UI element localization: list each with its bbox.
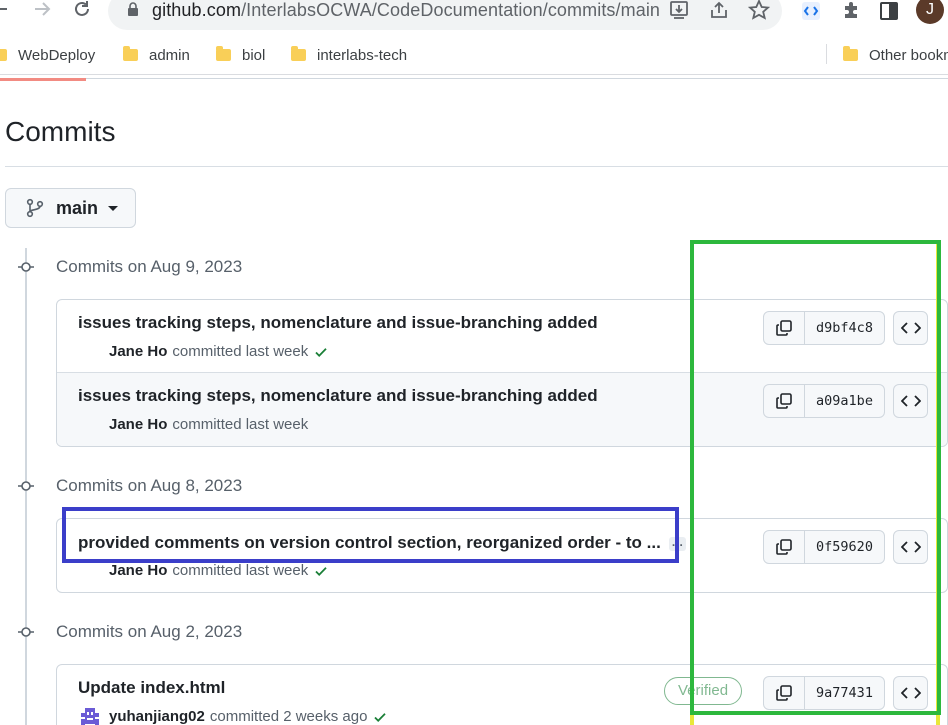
browser-toolbar: github.com/InterlabsOCWA/CodeDocumentati… — [0, 0, 948, 38]
folder-icon — [123, 46, 138, 61]
reload-icon[interactable] — [70, 0, 94, 22]
folder-icon — [0, 49, 7, 61]
bookmark-webdeploy[interactable]: WebDeploy — [0, 44, 95, 66]
git-branch-icon — [26, 198, 44, 218]
commit-time: committed last week — [172, 343, 309, 360]
bookmark-interlabs-tech[interactable]: interlabs-tech — [291, 44, 407, 66]
commit-time: committed last week — [172, 562, 309, 579]
commit-group-heading: Commits on Aug 2, 2023 — [56, 622, 243, 641]
annotation-highlight-yellow — [690, 715, 694, 725]
bookmark-other[interactable]: Other bookm — [843, 44, 948, 66]
chevron-down-icon — [108, 205, 119, 211]
commit-meta: Jane Ho committed last week — [109, 343, 328, 360]
chrome-divider — [0, 74, 948, 75]
commit-author-link[interactable]: Jane Ho — [109, 562, 167, 579]
folder-icon — [843, 46, 858, 61]
header-border — [86, 78, 948, 79]
commit-node-icon — [18, 262, 34, 272]
commit-meta: yuhanjiang02 committed 2 weeks ago — [109, 708, 387, 725]
branch-name: main — [56, 197, 99, 218]
forward-arrow-icon[interactable] — [30, 0, 54, 22]
bookmark-star-icon[interactable] — [748, 0, 770, 21]
folder-icon — [216, 46, 231, 61]
commit-author-link[interactable]: yuhanjiang02 — [109, 708, 205, 725]
puzzle-icon[interactable] — [840, 0, 862, 22]
address-bar[interactable]: github.com/InterlabsOCWA/CodeDocumentati… — [108, 0, 782, 30]
commit-time: committed 2 weeks ago — [209, 708, 368, 725]
profile-avatar[interactable]: J — [916, 0, 944, 24]
back-arrow-icon[interactable] — [0, 0, 12, 22]
commit-group-heading: Commits on Aug 9, 2023 — [56, 257, 243, 276]
commit-message-link[interactable]: issues tracking steps, nomenclature and … — [78, 386, 598, 406]
check-icon[interactable] — [314, 345, 328, 359]
commit-time: committed last week — [172, 416, 309, 433]
commit-author-link[interactable]: Jane Ho — [109, 416, 167, 433]
commit-author-link[interactable]: Jane Ho — [109, 343, 167, 360]
user-avatar-icon[interactable] — [79, 705, 101, 725]
install-app-icon[interactable] — [668, 0, 690, 21]
annotation-box-green — [690, 240, 941, 715]
folder-icon — [291, 46, 306, 61]
bookmarks-bar: WebDeploy admin biol interlabs-tech Othe… — [0, 38, 948, 72]
bookmarks-separator — [826, 44, 827, 64]
commit-message-link[interactable]: Update index.html — [78, 678, 225, 698]
share-icon[interactable] — [708, 0, 730, 21]
commit-node-icon — [18, 627, 34, 637]
side-panel-icon[interactable] — [878, 0, 900, 22]
check-icon[interactable] — [373, 710, 387, 724]
check-icon[interactable] — [314, 564, 328, 578]
page-load-progress — [0, 78, 86, 81]
bookmark-admin[interactable]: admin — [123, 44, 190, 66]
commit-node-icon — [18, 481, 34, 491]
title-divider — [5, 166, 948, 167]
extension-icon[interactable] — [800, 0, 822, 22]
url-text[interactable]: github.com/InterlabsOCWA/CodeDocumentati… — [152, 0, 660, 21]
annotation-box-blue — [62, 507, 679, 563]
commit-meta: Jane Ho committed last week — [109, 416, 308, 433]
branch-select-button[interactable]: main — [5, 188, 136, 228]
commit-group-heading: Commits on Aug 8, 2023 — [56, 476, 243, 495]
lock-icon[interactable] — [126, 2, 140, 16]
commit-message-link[interactable]: issues tracking steps, nomenclature and … — [78, 313, 598, 333]
page-title: Commits — [5, 116, 116, 147]
commit-meta: Jane Ho committed last week — [109, 562, 328, 579]
bookmark-biol[interactable]: biol — [216, 44, 265, 66]
